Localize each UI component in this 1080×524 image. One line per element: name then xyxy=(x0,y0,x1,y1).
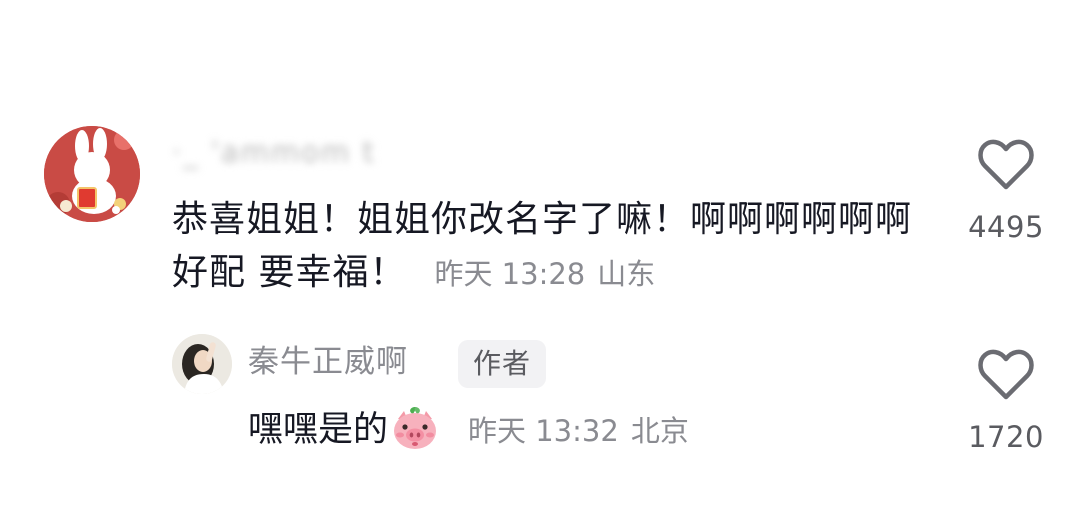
reply-username[interactable]: 秦牛正威啊 xyxy=(248,340,408,384)
reply-body: 嘿嘿是的 xyxy=(248,410,389,450)
reply-text: 嘿嘿是的 昨天 13:32 北京 xyxy=(248,404,689,466)
heart-outline-icon[interactable] xyxy=(977,138,1035,192)
reply-avatar[interactable] xyxy=(172,334,232,394)
heart-outline-icon[interactable] xyxy=(977,348,1035,402)
author-badge: 作者 xyxy=(458,340,547,388)
like-count: 4495 xyxy=(968,210,1044,244)
pig-face-emoji xyxy=(390,405,440,466)
reply-time: 昨天 13:32 xyxy=(468,414,619,448)
comment-thread: ·_ 'ammom t 恭喜姐姐！姐姐你改名字了嘛！啊啊啊啊啊啊好配 要幸福！昨… xyxy=(0,0,1080,524)
avatar[interactable] xyxy=(44,126,140,222)
reply-like-button[interactable]: 1720 xyxy=(951,348,1061,454)
username[interactable]: ·_ 'ammom t xyxy=(172,134,376,170)
like-button[interactable]: 4495 xyxy=(951,138,1061,244)
reply-meta: 昨天 13:32 北京 xyxy=(468,414,689,448)
reply-location: 北京 xyxy=(630,414,689,448)
comment-item: ·_ 'ammom t 恭喜姐姐！姐姐你改名字了嘛！啊啊啊啊啊啊好配 要幸福！昨… xyxy=(0,0,1080,310)
reply-like-count: 1720 xyxy=(968,420,1044,454)
comment-meta: 昨天 13:28 山东 xyxy=(434,257,655,291)
comment-text: 恭喜姐姐！姐姐你改名字了嘛！啊啊啊啊啊啊好配 要幸福！ 昨天 13:28 山东 xyxy=(172,193,912,301)
comment-time: 昨天 13:28 xyxy=(434,257,586,291)
comment-location: 山东 xyxy=(597,257,656,291)
